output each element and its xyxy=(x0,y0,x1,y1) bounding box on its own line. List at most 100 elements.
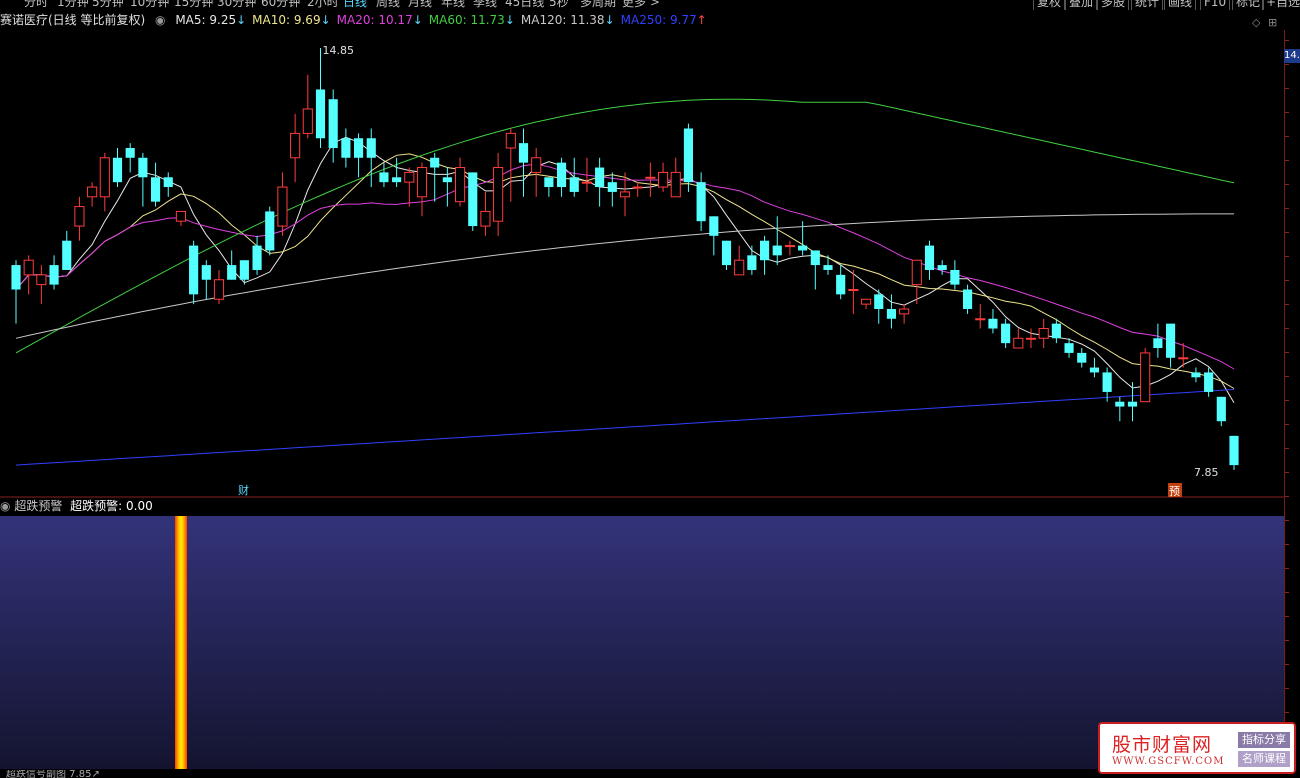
candle xyxy=(36,265,47,305)
candle-body xyxy=(430,157,440,168)
candle-body xyxy=(480,210,491,227)
high-price-label: 14.85 xyxy=(323,44,355,57)
candle xyxy=(950,260,960,290)
watermark-tag-share: 指标分享 xyxy=(1238,732,1290,748)
candle-body xyxy=(87,186,98,198)
candle-body xyxy=(759,240,770,261)
axis-tick xyxy=(1285,280,1289,281)
axis-tick xyxy=(1285,544,1289,545)
candle-body xyxy=(632,186,643,189)
candle-body xyxy=(290,132,301,159)
axis-tick xyxy=(1285,40,1289,41)
watermark-tag-course: 名师课程 xyxy=(1238,751,1290,767)
candle-body xyxy=(1216,396,1226,422)
diamond-icon[interactable]: ◇ xyxy=(1252,16,1260,29)
candle-body xyxy=(848,288,859,291)
axis-tick xyxy=(1285,448,1289,449)
candle xyxy=(379,162,389,188)
candle xyxy=(810,250,820,290)
candle-body xyxy=(899,308,910,315)
axis-tick xyxy=(1285,688,1289,689)
candle-body xyxy=(1102,372,1112,392)
candle-body xyxy=(595,167,605,188)
axis-tick xyxy=(1285,568,1289,569)
candle-body xyxy=(886,309,897,319)
candle xyxy=(87,182,98,207)
candle xyxy=(201,260,211,300)
expand-icon[interactable]: ⊞ xyxy=(1268,16,1277,29)
candle-body xyxy=(1204,372,1214,392)
candle-body xyxy=(607,182,617,192)
candle-body xyxy=(784,245,796,248)
indicator-value: 超跌预警: 0.00 xyxy=(70,499,153,513)
candle xyxy=(1216,396,1226,427)
candle xyxy=(924,240,935,280)
ma-line-ma60 xyxy=(15,98,1235,354)
candle-body xyxy=(1089,367,1100,373)
candle-body xyxy=(975,318,986,321)
candle xyxy=(112,148,123,188)
candle-body xyxy=(341,138,351,158)
candle-body xyxy=(581,181,593,184)
candle xyxy=(1102,367,1112,402)
candle-body xyxy=(302,108,313,134)
candle xyxy=(189,240,199,305)
axis-tick xyxy=(1285,520,1289,521)
price-chart[interactable]: 14.85 7.85 财 预 xyxy=(0,0,1284,498)
candle xyxy=(1204,367,1214,397)
candle-body xyxy=(747,255,757,270)
low-price-label: 7.85 xyxy=(1194,466,1219,479)
candle-body xyxy=(772,245,782,256)
candle xyxy=(657,162,669,192)
candle xyxy=(975,304,986,329)
axis-tick xyxy=(1285,112,1289,113)
candle xyxy=(404,167,415,207)
candle-body xyxy=(810,250,820,266)
indicator-panel[interactable] xyxy=(0,516,1284,769)
candle-body xyxy=(1165,323,1176,358)
candle xyxy=(988,309,998,334)
candle-body xyxy=(74,206,85,227)
indicator-collapse-icon[interactable]: ◉ xyxy=(0,499,10,513)
candle xyxy=(1077,348,1087,368)
candle-body xyxy=(1191,372,1201,378)
candle-body xyxy=(315,89,326,139)
candle-body xyxy=(353,138,364,158)
candle-body xyxy=(988,318,998,329)
candle-body xyxy=(1025,337,1037,340)
candle xyxy=(747,245,757,275)
axis-tick xyxy=(1285,496,1289,497)
candle xyxy=(468,172,478,231)
candle xyxy=(1051,318,1061,344)
candle-body xyxy=(962,289,973,310)
price-axis[interactable] xyxy=(1284,30,1300,770)
candle-body xyxy=(163,177,173,188)
candle-body xyxy=(911,259,922,286)
candle-body xyxy=(670,171,681,198)
ma-line-ma250 xyxy=(15,389,1235,466)
candle xyxy=(874,289,884,324)
candle-body xyxy=(213,279,225,300)
candle xyxy=(454,157,466,207)
candle xyxy=(569,157,579,197)
candle xyxy=(11,260,21,324)
candle-body xyxy=(189,245,199,295)
candle-body xyxy=(265,211,275,251)
candle-body xyxy=(112,157,123,183)
candle-body xyxy=(823,265,833,270)
axis-tick xyxy=(1285,640,1289,641)
axis-tick xyxy=(1285,184,1289,185)
ma-line-ma120 xyxy=(15,213,1234,339)
candle-body xyxy=(99,157,110,198)
axis-tick xyxy=(1285,352,1289,353)
candle-body xyxy=(696,182,706,222)
candle xyxy=(227,250,237,280)
candle xyxy=(480,191,491,236)
candle-body xyxy=(544,177,554,188)
candle-body xyxy=(556,162,567,188)
candle-body xyxy=(252,245,262,270)
watermark-logo: 股市财富网 WWW.GSCFW.COM 指标分享 名师课程 xyxy=(1098,722,1296,774)
candle xyxy=(734,245,745,276)
candle xyxy=(1153,323,1163,358)
candle xyxy=(836,265,846,300)
